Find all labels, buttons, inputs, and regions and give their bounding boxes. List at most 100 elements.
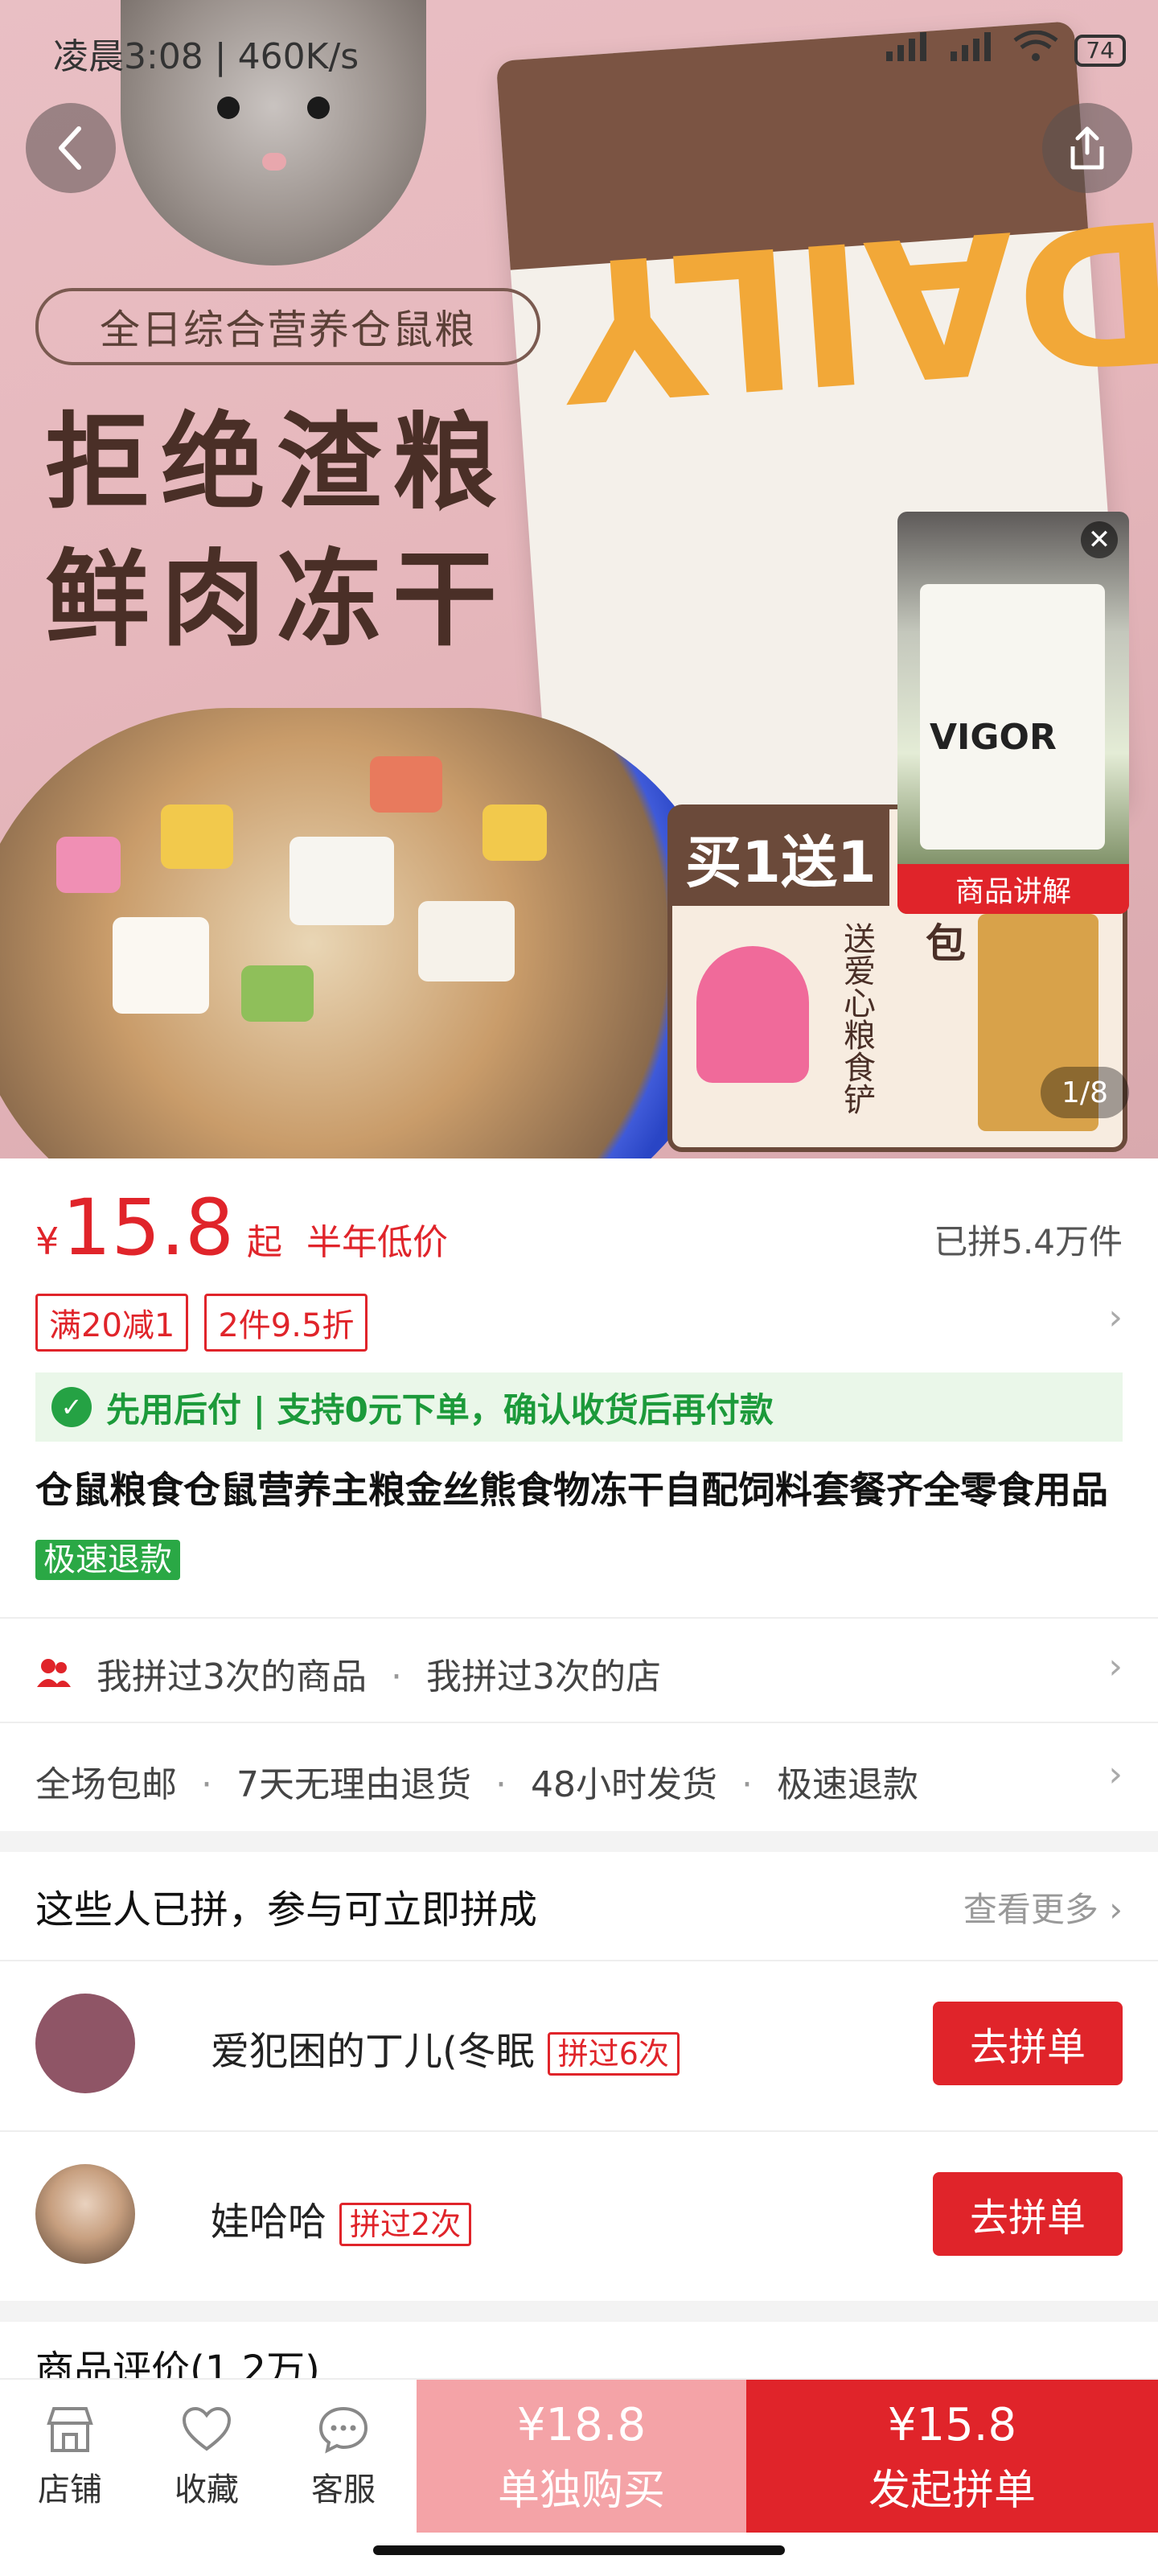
service-row[interactable]: 全场包邮 · 7天无理由退货 · 48小时发货 · 极速退款 — [35, 1755, 918, 1807]
group-section-title: 这些人已拼，参与可立即拼成 — [35, 1887, 538, 1932]
history-goods: 我拼过3次的商品 — [96, 1656, 367, 1697]
back-icon — [59, 126, 81, 170]
divider — [0, 1722, 1158, 1723]
shop-icon — [44, 2404, 96, 2455]
chevron-right-icon[interactable]: › — [1108, 1297, 1123, 1338]
avatar — [35, 1994, 135, 2093]
coupon-tag[interactable]: 2件9.5折 — [204, 1294, 368, 1352]
price-block: ¥ 15.8 起 半年低价 — [35, 1183, 448, 1273]
battery-icon: 74 — [1074, 34, 1126, 67]
separator-dot: · — [201, 1764, 212, 1805]
share-icon — [1070, 126, 1104, 170]
pay-later-banner[interactable]: ✓ 先用后付 | 支持0元下单，确认收货后再付款 — [35, 1372, 1123, 1442]
service-label: 客服 — [311, 2471, 376, 2508]
fruit-piece — [56, 837, 121, 893]
history-shop: 我拼过3次的店 — [426, 1656, 661, 1697]
coupon-tag[interactable]: 满20减1 — [35, 1294, 189, 1352]
chevron-right-icon[interactable]: › — [1108, 1646, 1123, 1687]
group-user-2: 娃哈哈 拼过2次 — [211, 2190, 472, 2246]
purchase-history-row[interactable]: 我拼过3次的商品 · 我拼过3次的店 — [35, 1648, 661, 1699]
coupon-list[interactable]: 满20减1 2件9.5折 — [35, 1294, 368, 1352]
pink-scoop-image — [696, 946, 809, 1083]
join-group-button[interactable]: 去拼单 — [933, 2172, 1123, 2256]
hamster-nose — [262, 153, 286, 171]
heart-icon — [181, 2404, 232, 2455]
promo-gift-1: 送爱心粮食铲 — [838, 922, 875, 1115]
section-gap — [0, 1831, 1158, 1852]
product-title-text: 仓鼠粮食仓鼠营养主粮金丝熊食物冻干自配饲料套餐齐全零食用品 — [35, 1468, 1108, 1512]
home-indicator[interactable] — [373, 2545, 785, 2555]
food-bowl-image — [0, 708, 732, 1158]
separator-dot: · — [391, 1656, 402, 1697]
divider — [0, 2130, 1158, 2132]
headline-2: 鲜肉冻干 — [45, 538, 509, 660]
start-group-button[interactable]: ¥15.8 发起拼单 — [746, 2380, 1158, 2533]
see-more-label: 查看更多 — [963, 1890, 1098, 1929]
close-icon[interactable]: ✕ — [1081, 521, 1118, 558]
favorite-label: 收藏 — [175, 2471, 239, 2508]
image-counter: 1/8 — [1041, 1067, 1129, 1118]
product-title: 仓鼠粮食仓鼠营养主粮金丝熊食物冻干自配饲料套餐齐全零食用品 极速退款 — [35, 1456, 1129, 1594]
fast-refund-badge: 极速退款 — [35, 1540, 180, 1580]
users-icon — [35, 1656, 72, 1689]
shield-icon: ✓ — [51, 1387, 92, 1427]
currency-symbol: ¥ — [35, 1220, 60, 1263]
solo-label: 单独购买 — [497, 2467, 665, 2515]
freeze-dried-chunk — [418, 901, 515, 981]
signal-icon — [949, 32, 997, 68]
product-explainer-video[interactable]: VIGOR ✕ 商品讲解 — [897, 512, 1129, 914]
group-user-1: 爱犯困的丁儿(冬眠 拼过6次 — [211, 2019, 680, 2076]
low-price-label: 半年低价 — [306, 1222, 449, 1263]
price-value: 15.8 — [62, 1183, 235, 1273]
user-name: 爱犯困的丁儿(冬眠 — [211, 2029, 535, 2074]
section-gap — [0, 2301, 1158, 2322]
divider — [0, 1960, 1158, 1961]
sold-count: 已拼5.4万件 — [934, 1222, 1123, 1261]
favorite-button[interactable]: 收藏 — [146, 2404, 267, 2510]
buy-alone-button[interactable]: ¥18.8 单独购买 — [417, 2380, 746, 2533]
wifi-icon — [1013, 30, 1058, 70]
price-from: 起 — [247, 1222, 283, 1263]
freeze-dried-chunk — [290, 837, 394, 925]
status-icons: 74 — [885, 30, 1126, 70]
shop-button[interactable]: 店铺 — [10, 2404, 130, 2510]
promo-label: 买1送1 — [672, 809, 889, 906]
service-item: 48小时发货 — [531, 1764, 717, 1805]
user-name: 娃哈哈 — [211, 2199, 327, 2245]
pip-caption: 商品讲解 — [897, 864, 1129, 914]
group-times-badge: 拼过2次 — [339, 2203, 472, 2246]
product-tag: 全日综合营养仓鼠粮 — [35, 288, 540, 365]
shop-label: 店铺 — [38, 2471, 102, 2508]
fruit-piece — [482, 804, 547, 861]
group-times-badge: 拼过6次 — [547, 2032, 680, 2076]
pay-later-text: 先用后付 | 支持0元下单，确认收货后再付款 — [106, 1389, 774, 1430]
separator-dot: · — [741, 1764, 753, 1805]
customer-service-button[interactable]: 客服 — [283, 2404, 404, 2510]
join-group-button[interactable]: 去拼单 — [933, 2002, 1123, 2085]
group-price: ¥15.8 — [887, 2399, 1017, 2451]
service-item: 极速退款 — [777, 1764, 918, 1805]
solo-price: ¥18.8 — [516, 2399, 647, 2451]
back-button[interactable] — [26, 103, 116, 193]
service-item: 7天无理由退货 — [236, 1764, 471, 1805]
group-label: 发起拼单 — [868, 2467, 1036, 2515]
see-more-link[interactable]: 查看更多 › — [963, 1883, 1123, 1932]
chevron-right-icon[interactable]: › — [1108, 1754, 1123, 1795]
pip-brand: VIGOR — [930, 717, 1057, 758]
bag-logo: DAILY — [555, 175, 1158, 443]
service-item: 全场包邮 — [35, 1764, 177, 1805]
freeze-dried-chunk — [113, 917, 209, 1014]
headline-1: 拒绝渣粮 — [45, 401, 509, 524]
product-image-carousel[interactable]: DAILY 全日综合营养仓鼠粮 拒绝渣粮 鲜肉冻干 买1送1 送爱心粮食铲 送面… — [0, 0, 1158, 1158]
signal-icon — [885, 32, 933, 68]
separator-dot: · — [495, 1764, 507, 1805]
status-bar: 凌晨3:08 | 460K/s 74 — [0, 0, 1158, 105]
fruit-piece — [241, 965, 314, 1022]
status-time: 凌晨3:08 | 460K/s — [53, 36, 359, 77]
avatar — [35, 2164, 135, 2264]
fruit-piece — [370, 756, 442, 813]
share-button[interactable] — [1042, 103, 1132, 193]
fruit-piece — [161, 804, 233, 869]
chat-icon — [318, 2404, 369, 2455]
divider — [0, 1617, 1158, 1619]
